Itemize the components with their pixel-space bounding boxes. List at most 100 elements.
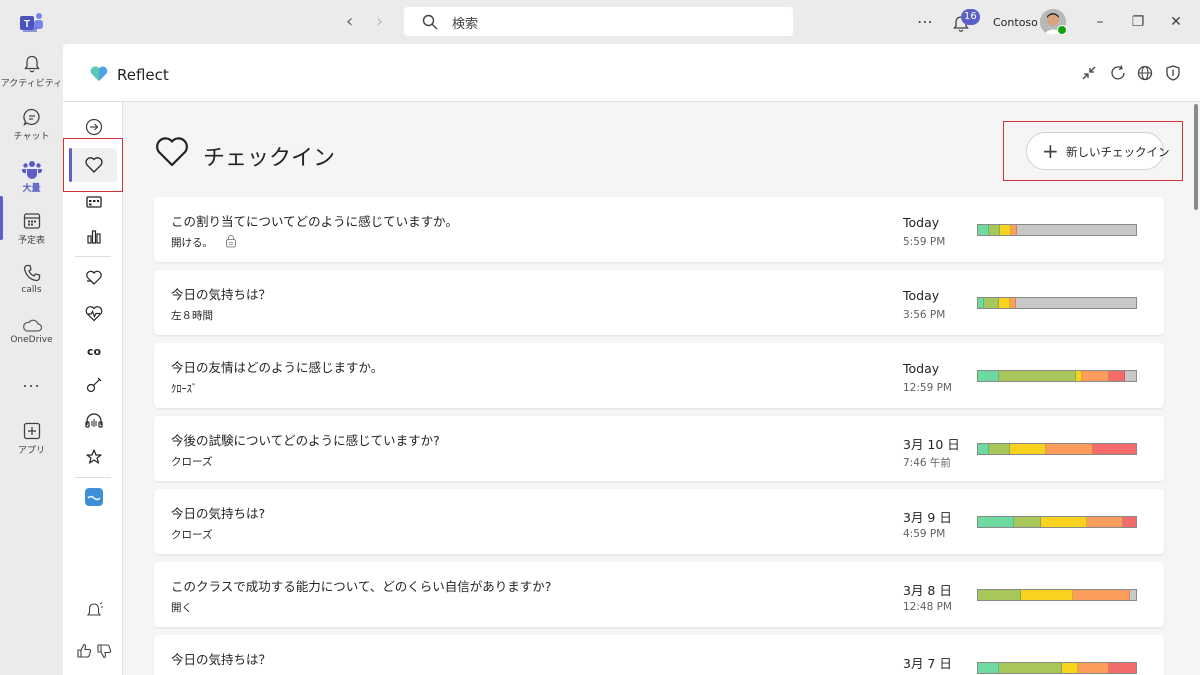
checkin-time: 5:59 PM <box>903 236 946 248</box>
checkin-date: 3月 9 日 <box>903 510 952 525</box>
response-distribution-bar[interactable] <box>977 224 1137 236</box>
more-options-icon[interactable]: ⋯ <box>917 12 934 31</box>
sidebar-item-board-icon[interactable] <box>82 191 106 215</box>
checkin-card[interactable]: 今日の気持ちは？ 左８時間 Today 3:56 PM <box>154 270 1164 335</box>
response-segment <box>984 298 999 308</box>
rail-item-activity[interactable]: アクティビティ <box>0 54 63 89</box>
sidebar-item-headphones-icon[interactable] <box>82 409 106 433</box>
rail-item-calendar[interactable]: 予定表 <box>0 211 63 246</box>
org-name[interactable]: Contoso <box>993 16 1038 29</box>
rail-label: 予定表 <box>17 236 45 246</box>
teams-logo-icon[interactable]: T <box>20 11 44 33</box>
sidebar-item-care-icon[interactable] <box>82 266 106 290</box>
minimize-icon[interactable]: – <box>1090 12 1110 32</box>
response-segment <box>998 298 1010 308</box>
checkin-card[interactable]: 今後の試験についてどのように感じていますか? クローズ 3月 10 日 7:46 午前 <box>154 416 1164 481</box>
response-segment <box>1015 298 1136 308</box>
checkin-time: 7:46 午前 <box>903 457 951 469</box>
checkin-status: 開ける。 <box>171 237 213 249</box>
expand-sidebar-icon[interactable] <box>82 115 106 139</box>
response-segment <box>989 444 1010 454</box>
refresh-icon[interactable] <box>1109 64 1127 82</box>
app-header: Reflect <box>63 44 1200 102</box>
sidebar-item-insights-icon[interactable] <box>82 225 106 249</box>
response-segment <box>1045 444 1094 454</box>
checkin-date: Today <box>903 215 940 230</box>
sidebar-item-co[interactable]: co <box>82 345 106 358</box>
checkin-date: 3月 10 日 <box>903 437 960 452</box>
heart-icon <box>156 137 188 167</box>
response-distribution-bar[interactable] <box>977 297 1137 309</box>
forward-icon[interactable]: › <box>376 12 383 32</box>
checkin-status: 左８時間 <box>171 310 213 322</box>
checkin-card[interactable]: このクラスで成功する能力について、どのくらい自信がありますか? 開く 3月 8 日 1… <box>154 562 1164 627</box>
scrollbar[interactable] <box>1194 104 1198 210</box>
search-input[interactable]: 検索 <box>404 7 793 36</box>
restore-icon[interactable]: ❐ <box>1128 12 1148 32</box>
response-distribution-bar[interactable] <box>977 370 1137 382</box>
rail-item-apps[interactable]: アプリ <box>0 421 63 456</box>
sidebar-item-guitar-icon[interactable] <box>82 373 106 397</box>
checkin-status: クローズ <box>171 456 213 468</box>
response-segment <box>1009 444 1046 454</box>
response-distribution-bar[interactable] <box>977 589 1137 601</box>
search-placeholder: 検索 <box>452 17 479 32</box>
response-segment <box>1087 517 1124 527</box>
presence-available-icon <box>1057 25 1067 35</box>
checkin-card[interactable]: 今日の気持ちは? クローズ 3月 9 日 4:59 PM <box>154 489 1164 554</box>
response-segment <box>978 225 990 235</box>
response-distribution-bar[interactable] <box>977 516 1137 528</box>
sidebar-item-calm-app-icon[interactable] <box>82 485 106 509</box>
app-name: Reflect <box>117 66 169 84</box>
globe-icon[interactable] <box>1136 64 1154 82</box>
sidebar-item-heartbeat-icon[interactable] <box>82 302 106 326</box>
rail-label: チャット <box>13 132 50 142</box>
checkin-date: 3月 7 日 <box>903 656 952 671</box>
back-icon[interactable]: ‹ <box>346 12 353 32</box>
rail-item-teams[interactable]: 大量 <box>0 159 63 194</box>
rail-label: アプリ <box>17 446 45 456</box>
rail-item-calls[interactable]: calls <box>0 263 63 295</box>
sidebar-item-new-feature-bell-icon[interactable] <box>82 599 106 623</box>
response-segment <box>1123 517 1136 527</box>
thumbs-up-icon[interactable] <box>75 642 93 660</box>
sidebar-item-star-icon[interactable] <box>82 445 106 469</box>
response-segment <box>1124 371 1136 381</box>
checkin-date: Today <box>903 288 940 303</box>
checkin-card[interactable]: この割り当てについてどのように感じていますか。 開ける。 Today 5:59 PM <box>154 197 1164 262</box>
checkin-card[interactable]: 今日の気持ちは？ 3月 7 日 <box>154 635 1164 675</box>
checkin-time: 4:59 PM <box>903 528 946 540</box>
close-icon[interactable]: ✕ <box>1166 12 1186 32</box>
calendar-icon <box>23 213 40 229</box>
cloud-icon <box>22 319 42 332</box>
notification-count-badge: 16 <box>961 9 980 25</box>
response-segment <box>998 371 1076 381</box>
checkin-question: 今日の気持ちは？ <box>171 652 272 667</box>
rail-label: 大量 <box>22 184 41 194</box>
response-segment <box>978 444 990 454</box>
shield-icon[interactable] <box>1164 64 1182 82</box>
checkin-date: Today <box>903 361 940 376</box>
thumbs-down-icon[interactable] <box>95 642 113 660</box>
chat-icon <box>22 108 40 126</box>
rail-label: OneDrive <box>10 335 53 345</box>
checkin-date: 3月 8 日 <box>903 583 952 598</box>
response-segment <box>1072 590 1130 600</box>
rail-item-chat[interactable]: チャット <box>0 107 63 142</box>
plus-square-icon <box>23 422 40 440</box>
response-segment <box>978 663 999 673</box>
response-segment <box>1041 517 1087 527</box>
teams-icon <box>21 161 42 179</box>
response-distribution-bar[interactable] <box>977 662 1137 674</box>
checkin-card[interactable]: 今日の友情はどのように感じますか。 ｸﾛｰｽﾞ Today 12:59 PM <box>154 343 1164 408</box>
response-distribution-bar[interactable] <box>977 443 1137 455</box>
checkin-question: 今後の試験についてどのように感じていますか? <box>171 433 440 448</box>
response-segment <box>1109 371 1125 381</box>
page-title: チェックイン <box>203 146 336 171</box>
rail-item-onedrive[interactable]: OneDrive <box>0 317 63 345</box>
collapse-icon[interactable] <box>1080 64 1098 82</box>
phone-icon <box>23 264 40 282</box>
checkins-main: チェックイン + 新しいチェックイン この割り当てについてどのように感じています… <box>124 102 1200 675</box>
more-apps-icon[interactable]: ... <box>0 372 63 391</box>
reflect-logo-icon <box>90 66 108 81</box>
